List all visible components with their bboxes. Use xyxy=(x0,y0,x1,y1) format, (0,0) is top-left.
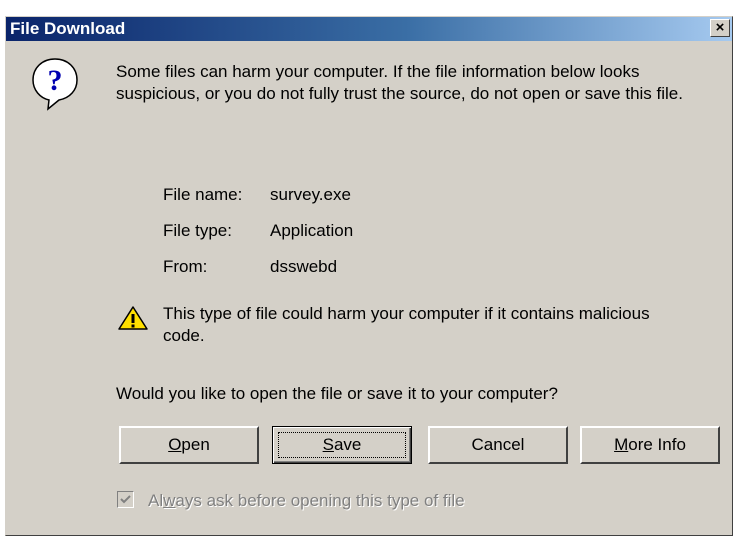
warning-icon xyxy=(118,306,148,330)
intro-text: Some files can harm your computer. If th… xyxy=(116,62,683,103)
warning-text: This type of file could harm your comput… xyxy=(163,304,650,345)
file-name-label: File name: xyxy=(163,185,243,204)
question-icon: ? xyxy=(32,58,78,111)
from-label: From: xyxy=(163,257,208,276)
from-value: dsswebd xyxy=(270,257,338,276)
cancel-label: Cancel xyxy=(471,435,525,454)
save-focus-rect: Save xyxy=(278,432,406,458)
title-bar[interactable]: File Download × xyxy=(6,17,732,41)
cancel-button[interactable]: Cancel xyxy=(428,426,568,464)
file-name-value: survey.exe xyxy=(270,185,351,204)
save-mnemonic: S xyxy=(322,435,334,454)
file-type-label: File type: xyxy=(163,221,232,240)
close-icon: × xyxy=(715,19,725,36)
more-info-mnemonic: M xyxy=(614,435,629,454)
svg-text:?: ? xyxy=(48,64,63,97)
always-ask-mnemonic: w xyxy=(163,491,176,510)
save-label-rest: ave xyxy=(333,435,362,454)
always-ask-checkbox[interactable] xyxy=(117,491,134,508)
dialog-title: File Download xyxy=(10,19,126,38)
checkmark-icon xyxy=(120,495,131,504)
file-type-value: Application xyxy=(270,221,354,240)
open-label-rest: pen xyxy=(181,435,210,454)
more-info-label-rest: ore Info xyxy=(628,435,686,454)
more-info-button[interactable]: More Info xyxy=(580,426,720,464)
open-button[interactable]: Open xyxy=(119,426,259,464)
question-text: Would you like to open the file or save … xyxy=(116,384,558,403)
always-ask-label[interactable]: Always ask before opening this type of f… xyxy=(148,491,465,511)
always-ask-label-pre: Al xyxy=(148,491,164,510)
close-button[interactable]: × xyxy=(710,19,730,37)
open-mnemonic: O xyxy=(168,435,182,454)
always-ask-label-post: ays ask before opening this type of file xyxy=(175,491,465,510)
save-button[interactable]: Save xyxy=(272,426,412,464)
